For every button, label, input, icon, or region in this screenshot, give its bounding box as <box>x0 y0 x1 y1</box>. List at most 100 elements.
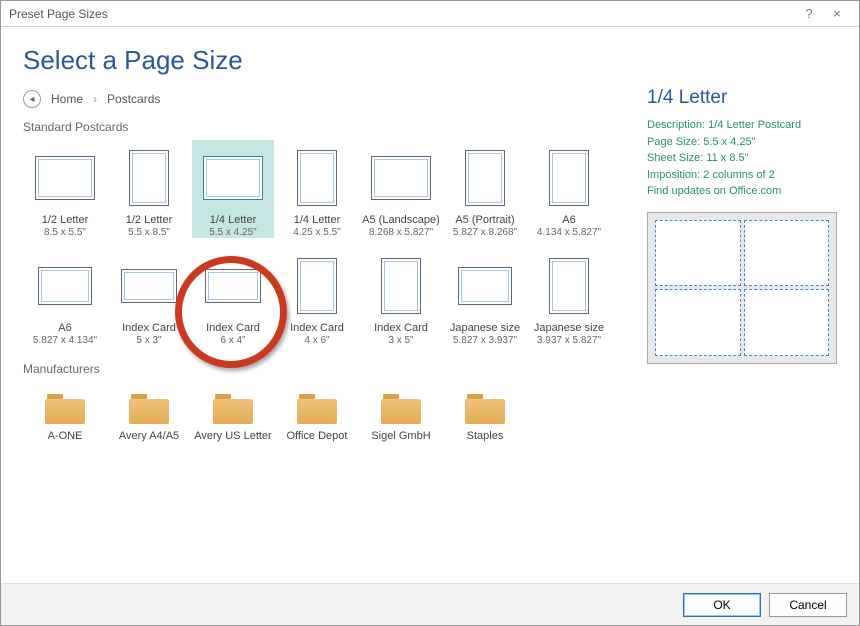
cancel-button[interactable]: Cancel <box>769 593 847 617</box>
page-thumb-wrap <box>24 254 106 318</box>
page-thumb-icon <box>121 269 177 303</box>
folder-icon <box>213 394 253 424</box>
page-size-dimensions: 5.5 x 8.5" <box>108 227 190 239</box>
page-thumb-wrap <box>276 254 358 318</box>
page-size-item[interactable]: 1/4 Letter5.5 x 4.25" <box>192 140 274 238</box>
page-size-name: 1/4 Letter <box>276 214 358 227</box>
page-size-item[interactable]: 1/2 Letter5.5 x 8.5" <box>108 140 190 238</box>
manufacturer-folder[interactable]: Avery US Letter <box>192 382 274 443</box>
detail-line: Description: 1/4 Letter Postcard <box>647 117 837 134</box>
page-size-item[interactable]: A65.827 x 4.134" <box>24 248 106 346</box>
manufacturer-folder[interactable]: Office Depot <box>276 382 358 443</box>
page-size-name: Index Card <box>192 322 274 335</box>
manufacturer-folder[interactable]: Avery A4/A5 <box>108 382 190 443</box>
page-thumb-wrap <box>528 146 610 210</box>
page-size-dimensions: 3.937 x 5.827" <box>528 335 610 347</box>
manufacturer-name: Staples <box>444 430 526 443</box>
preview-page <box>744 289 830 356</box>
help-button[interactable]: ? <box>795 6 823 21</box>
page-thumb-wrap <box>24 146 106 210</box>
close-button[interactable]: × <box>823 6 851 21</box>
page-size-name: 1/2 Letter <box>24 214 106 227</box>
page-size-name: A5 (Landscape) <box>360 214 442 227</box>
manufacturers-grid: A-ONEAvery A4/A5Avery US LetterOffice De… <box>23 382 627 453</box>
title-bar: Preset Page Sizes ? × <box>1 1 859 27</box>
section-manufacturers-label: Manufacturers <box>23 362 627 376</box>
manufacturer-folder[interactable]: Staples <box>444 382 526 443</box>
page-thumb-wrap <box>108 254 190 318</box>
manufacturer-folder[interactable]: A-ONE <box>24 382 106 443</box>
page-size-name: 1/2 Letter <box>108 214 190 227</box>
page-size-item[interactable]: Japanese size3.937 x 5.827" <box>528 248 610 346</box>
page-size-name: Japanese size <box>444 322 526 335</box>
page-size-name: Index Card <box>108 322 190 335</box>
page-thumb-icon <box>549 150 589 206</box>
page-size-dimensions: 5.827 x 3.937" <box>444 335 526 347</box>
folder-icon <box>381 394 421 424</box>
left-pane: Select a Page Size ◂ Home › Postcards St… <box>23 45 627 583</box>
breadcrumb: ◂ Home › Postcards <box>23 90 627 108</box>
page-size-name: 1/4 Letter <box>192 214 274 227</box>
page-size-dimensions: 5.827 x 4.134" <box>24 335 106 347</box>
page-thumb-wrap <box>528 254 610 318</box>
page-size-item[interactable]: Index Card3 x 5" <box>360 248 442 346</box>
page-size-item[interactable]: A5 (Landscape)8.268 x 5.827" <box>360 140 442 238</box>
ok-button[interactable]: OK <box>683 593 761 617</box>
page-size-name: A6 <box>528 214 610 227</box>
folder-icon <box>297 394 337 424</box>
page-size-dimensions: 6 x 4" <box>192 335 274 347</box>
page-thumb-icon <box>38 267 92 305</box>
page-thumb-icon <box>129 150 169 206</box>
manufacturer-name: Avery US Letter <box>192 430 274 443</box>
preview-page <box>655 289 741 356</box>
page-size-dimensions: 4 x 6" <box>276 335 358 347</box>
preview-page <box>744 220 830 287</box>
breadcrumb-home[interactable]: Home <box>51 92 83 106</box>
breadcrumb-separator: › <box>93 92 97 106</box>
page-size-dimensions: 5.5 x 4.25" <box>192 227 274 239</box>
folder-icon <box>45 394 85 424</box>
page-size-item[interactable]: A5 (Portrait)5.827 x 8.268" <box>444 140 526 238</box>
page-size-dimensions: 8.268 x 5.827" <box>360 227 442 239</box>
detail-line: Sheet Size: 11 x 8.5" <box>647 150 837 167</box>
detail-pane: 1/4 Letter Description: 1/4 Letter Postc… <box>647 45 837 583</box>
page-size-item[interactable]: Index Card6 x 4" <box>192 248 274 346</box>
page-thumb-icon <box>371 156 431 200</box>
preview-page <box>655 220 741 287</box>
back-button[interactable]: ◂ <box>23 90 41 108</box>
page-size-dimensions: 3 x 5" <box>360 335 442 347</box>
page-size-item[interactable]: Index Card4 x 6" <box>276 248 358 346</box>
page-thumb-wrap <box>360 146 442 210</box>
page-size-item[interactable]: Index Card5 x 3" <box>108 248 190 346</box>
page-size-item[interactable]: Japanese size5.827 x 3.937" <box>444 248 526 346</box>
page-thumb-icon <box>297 150 337 206</box>
page-thumb-wrap <box>192 146 274 210</box>
page-size-name: A5 (Portrait) <box>444 214 526 227</box>
dialog-footer: OK Cancel <box>1 583 859 625</box>
page-thumb-wrap <box>360 254 442 318</box>
page-size-name: Japanese size <box>528 322 610 335</box>
folder-icon <box>129 394 169 424</box>
page-thumb-wrap <box>108 146 190 210</box>
page-thumb-icon <box>549 258 589 314</box>
page-thumb-wrap <box>192 254 274 318</box>
page-thumb-wrap <box>444 254 526 318</box>
page-size-name: Index Card <box>276 322 358 335</box>
page-thumb-wrap <box>444 146 526 210</box>
dialog-content: Select a Page Size ◂ Home › Postcards St… <box>1 27 859 583</box>
page-size-item[interactable]: A64.134 x 5.827" <box>528 140 610 238</box>
page-size-item[interactable]: 1/2 Letter8.5 x 5.5" <box>24 140 106 238</box>
manufacturer-folder[interactable]: Sigel GmbH <box>360 382 442 443</box>
page-size-dimensions: 8.5 x 5.5" <box>24 227 106 239</box>
page-thumb-icon <box>465 150 505 206</box>
manufacturer-name: A-ONE <box>24 430 106 443</box>
page-size-item[interactable]: 1/4 Letter4.25 x 5.5" <box>276 140 358 238</box>
detail-update-link[interactable]: Find updates on Office.com <box>647 185 781 197</box>
window-title: Preset Page Sizes <box>9 7 795 21</box>
manufacturer-name: Avery A4/A5 <box>108 430 190 443</box>
breadcrumb-current: Postcards <box>107 92 160 106</box>
folder-icon <box>465 394 505 424</box>
page-size-name: Index Card <box>360 322 442 335</box>
page-title: Select a Page Size <box>23 45 627 76</box>
page-thumb-icon <box>203 156 263 200</box>
